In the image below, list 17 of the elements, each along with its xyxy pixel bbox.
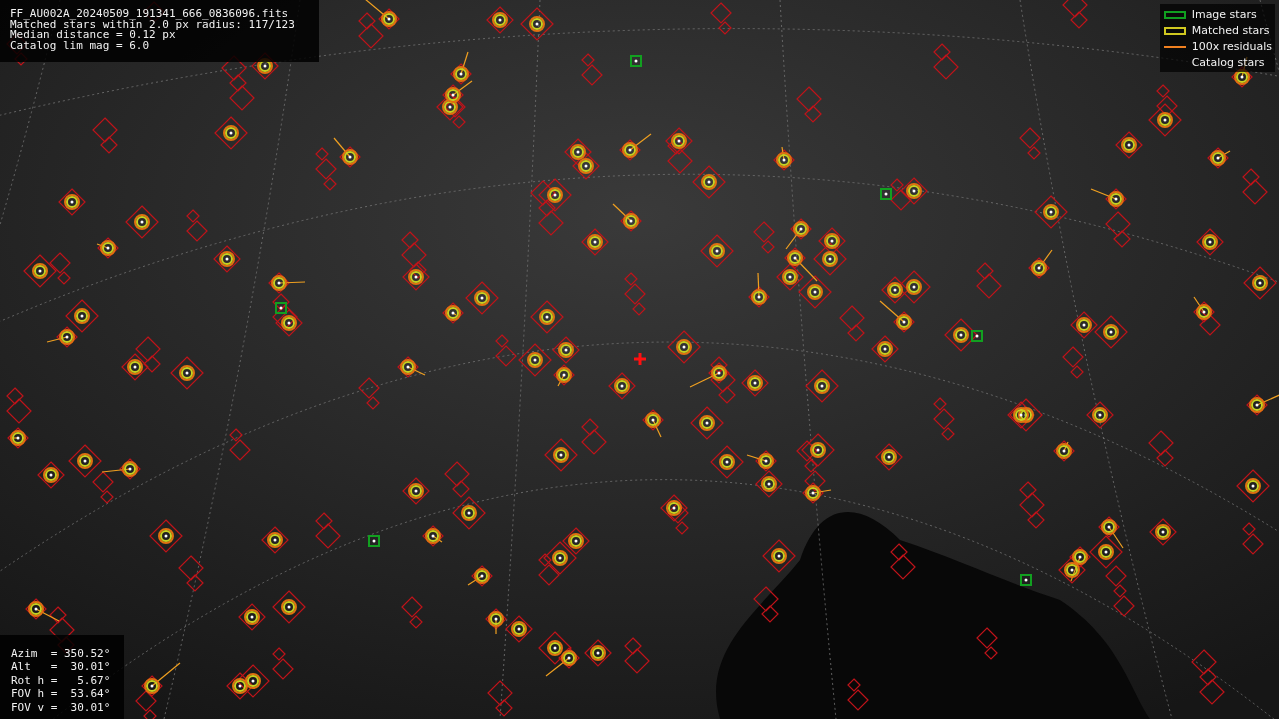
info-text: Catalog lim mag = 6.0 bbox=[10, 40, 151, 51]
center-cross-icon bbox=[634, 353, 646, 365]
pointing-text: Rot h = 5.67° bbox=[11, 673, 111, 687]
image-star-swatch-icon bbox=[1163, 10, 1186, 19]
matched-star-swatch-icon bbox=[1163, 26, 1186, 35]
legend-label: Catalog stars bbox=[1191, 56, 1265, 69]
pointing-text: FOV h = 53.64° bbox=[11, 687, 111, 701]
pointing-text: FOV v = 30.01° bbox=[11, 700, 111, 714]
info-text: Matched stars within 2.0 px radius: 117/123 bbox=[10, 19, 296, 30]
pointing-text: Azim = 350.52° bbox=[11, 646, 111, 660]
info-text: FF_AU002A_20240509_191341_666_0836096.fits bbox=[10, 9, 290, 20]
legend-label: 100x residuals bbox=[1191, 40, 1272, 53]
residual-line-icon bbox=[1163, 45, 1186, 48]
info-text: Median distance = 0.12 px bbox=[10, 30, 176, 41]
legend-label: Matched stars bbox=[1191, 24, 1270, 37]
legend-label: Image stars bbox=[1191, 8, 1257, 21]
pointing-text: Alt = 30.01° bbox=[11, 660, 111, 674]
